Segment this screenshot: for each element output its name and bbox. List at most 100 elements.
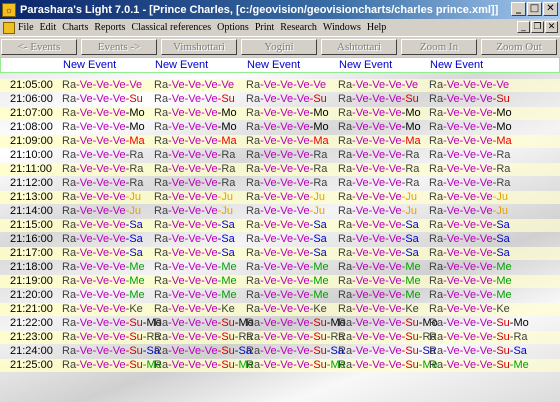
dasha-cell[interactable]: Ra-Ve-Ve-Ve-Me bbox=[338, 289, 421, 302]
dasha-cell[interactable]: Ra-Ve-Ve-Ve-Ra bbox=[154, 163, 235, 176]
dasha-cell[interactable]: Ra-Ve-Ve-Ve-Ke bbox=[246, 303, 327, 316]
dasha-cell[interactable]: Ra-Ve-Ve-Ve-Mo bbox=[246, 121, 329, 134]
dasha-cell[interactable]: Ra-Ve-Ve-Ve-Su-Me bbox=[429, 359, 529, 372]
table-row[interactable]: 21:07:00 Ra-Ve-Ve-Ve-Mo Ra-Ve-Ve-Ve-Mo Ra-V… bbox=[0, 107, 560, 120]
table-row[interactable]: 21:08:00 Ra-Ve-Ve-Ve-Mo Ra-Ve-Ve-Ve-Mo Ra-V… bbox=[0, 121, 560, 134]
menu-file[interactable]: File bbox=[18, 22, 34, 33]
dasha-cell[interactable]: Ra-Ve-Ve-Ve-Ju bbox=[62, 205, 141, 218]
dasha-cell[interactable]: Ra-Ve-Ve-Ve-Su-Ra bbox=[62, 331, 161, 344]
dasha-cell[interactable]: Ra-Ve-Ve-Ve-Me bbox=[246, 261, 329, 274]
dasha-cell[interactable]: Ra-Ve-Ve-Ve-Sa bbox=[246, 233, 327, 246]
mdi-minimize-icon[interactable]: _ bbox=[517, 21, 530, 33]
dasha-cell[interactable]: Ra-Ve-Ve-Ve-Ra bbox=[246, 163, 327, 176]
dasha-cell[interactable]: Ra-Ve-Ve-Ve-Ma bbox=[246, 135, 329, 148]
table-row[interactable]: 21:06:00 Ra-Ve-Ve-Ve-Su Ra-Ve-Ve-Ve-Su Ra-V… bbox=[0, 93, 560, 106]
next-events-button[interactable]: Events -> bbox=[81, 39, 157, 55]
dasha-cell[interactable]: Ra-Ve-Ve-Ve-Su-Me bbox=[338, 359, 438, 372]
column-header[interactable]: New Event bbox=[339, 58, 392, 73]
dasha-cell[interactable]: Ra-Ve-Ve-Ve-Me bbox=[429, 261, 512, 274]
column-header[interactable]: New Event bbox=[430, 58, 483, 73]
table-row[interactable]: 21:13:00 Ra-Ve-Ve-Ve-Ju Ra-Ve-Ve-Ve-Ju Ra-V… bbox=[0, 191, 560, 204]
dasha-cell[interactable]: Ra-Ve-Ve-Ve-Ra bbox=[62, 149, 143, 162]
dasha-cell[interactable]: Ra-Ve-Ve-Ve-Sa bbox=[62, 247, 143, 260]
table-row[interactable]: 21:16:00 Ra-Ve-Ve-Ve-Sa Ra-Ve-Ve-Ve-Sa Ra-V… bbox=[0, 233, 560, 246]
table-row[interactable]: 21:12:00 Ra-Ve-Ve-Ve-Ra Ra-Ve-Ve-Ve-Ra Ra-V… bbox=[0, 177, 560, 190]
vimshottari-button[interactable]: Vimshottari bbox=[161, 39, 237, 55]
dasha-cell[interactable]: Ra-Ve-Ve-Ve-Ma bbox=[154, 135, 237, 148]
ashtottari-button[interactable]: Ashtottari bbox=[321, 39, 397, 55]
menu-research[interactable]: Research bbox=[280, 22, 317, 33]
dasha-cell[interactable]: Ra-Ve-Ve-Ve-Sa bbox=[338, 247, 419, 260]
dasha-cell[interactable]: Ra-Ve-Ve-Ve-Mo bbox=[154, 107, 237, 120]
dasha-cell[interactable]: Ra-Ve-Ve-Ve-Sa bbox=[154, 219, 235, 232]
dasha-cell[interactable]: Ra-Ve-Ve-Ve-Me bbox=[338, 261, 421, 274]
dasha-cell[interactable]: Ra-Ve-Ve-Ve-Ju bbox=[429, 191, 508, 204]
dasha-cell[interactable]: Ra-Ve-Ve-Ve-Ra bbox=[62, 177, 143, 190]
dasha-cell[interactable]: Ra-Ve-Ve-Ve-Sa bbox=[338, 233, 419, 246]
dasha-cell[interactable]: Ra-Ve-Ve-Ve-Mo bbox=[338, 121, 421, 134]
dasha-cell[interactable]: Ra-Ve-Ve-Ve-Su-Mo bbox=[154, 317, 254, 330]
menu-windows[interactable]: Windows bbox=[323, 22, 361, 33]
dasha-cell[interactable]: Ra-Ve-Ve-Ve-Su-Me bbox=[62, 359, 162, 372]
dasha-cell[interactable]: Ra-Ve-Ve-Ve-Su-Sa bbox=[429, 345, 527, 358]
dasha-cell[interactable]: Ra-Ve-Ve-Ve-Sa bbox=[154, 247, 235, 260]
dasha-cell[interactable]: Ra-Ve-Ve-Ve-Ve bbox=[154, 79, 234, 92]
zoom-out-button[interactable]: Zoom Out bbox=[481, 39, 557, 55]
dasha-cell[interactable]: Ra-Ve-Ve-Ve-Ma bbox=[62, 135, 145, 148]
dasha-cell[interactable]: Ra-Ve-Ve-Ve-Ju bbox=[154, 191, 233, 204]
dasha-cell[interactable]: Ra-Ve-Ve-Ve-Ve bbox=[338, 79, 418, 92]
dasha-cell[interactable]: Ra-Ve-Ve-Ve-Su bbox=[246, 93, 327, 106]
dasha-cell[interactable]: Ra-Ve-Ve-Ve-Sa bbox=[154, 233, 235, 246]
table-row[interactable]: 21:19:00 Ra-Ve-Ve-Ve-Me Ra-Ve-Ve-Ve-Me Ra-V… bbox=[0, 275, 560, 288]
dasha-cell[interactable]: Ra-Ve-Ve-Ve-Ra bbox=[246, 149, 327, 162]
dasha-cell[interactable]: Ra-Ve-Ve-Ve-Su bbox=[338, 93, 419, 106]
dasha-cell[interactable]: Ra-Ve-Ve-Ve-Ju bbox=[338, 191, 417, 204]
dasha-cell[interactable]: Ra-Ve-Ve-Ve-Me bbox=[429, 275, 512, 288]
dasha-cell[interactable]: Ra-Ve-Ve-Ve-Mo bbox=[246, 107, 329, 120]
menu-help[interactable]: Help bbox=[367, 22, 386, 33]
dasha-cell[interactable]: Ra-Ve-Ve-Ve-Su bbox=[154, 93, 235, 106]
dasha-cell[interactable]: Ra-Ve-Ve-Ve-Ra bbox=[429, 177, 510, 190]
menu-print[interactable]: Print bbox=[255, 22, 274, 33]
yogini-button[interactable]: Yogini bbox=[241, 39, 317, 55]
menu-classical-references[interactable]: Classical references bbox=[131, 22, 211, 33]
dasha-cell[interactable]: Ra-Ve-Ve-Ve-Su-Me bbox=[154, 359, 254, 372]
table-row[interactable]: 21:11:00 Ra-Ve-Ve-Ve-Ra Ra-Ve-Ve-Ve-Ra Ra-V… bbox=[0, 163, 560, 176]
dasha-cell[interactable]: Ra-Ve-Ve-Ve-Mo bbox=[429, 107, 512, 120]
table-row[interactable]: 21:23:00 Ra-Ve-Ve-Ve-Su-Ra Ra-Ve-Ve-Ve-Su-… bbox=[0, 331, 560, 344]
dasha-cell[interactable]: Ra-Ve-Ve-Ve-Ra bbox=[338, 163, 419, 176]
dasha-cell[interactable]: Ra-Ve-Ve-Ve-Su bbox=[62, 93, 143, 106]
dasha-cell[interactable]: Ra-Ve-Ve-Ve-Su-Sa bbox=[338, 345, 436, 358]
dasha-cell[interactable]: Ra-Ve-Ve-Ve-Ju bbox=[154, 205, 233, 218]
close-icon[interactable]: ✕ bbox=[543, 2, 558, 16]
dasha-cell[interactable]: Ra-Ve-Ve-Ve-Me bbox=[62, 289, 145, 302]
dasha-cell[interactable]: Ra-Ve-Ve-Ve-Sa bbox=[246, 219, 327, 232]
column-header[interactable]: New Event bbox=[155, 58, 208, 73]
dasha-cell[interactable]: Ra-Ve-Ve-Ve-Su-Mo bbox=[338, 317, 438, 330]
dasha-cell[interactable]: Ra-Ve-Ve-Ve-Su-Ra bbox=[154, 331, 253, 344]
dasha-cell[interactable]: Ra-Ve-Ve-Ve-Ju bbox=[62, 191, 141, 204]
menu-edit[interactable]: Edit bbox=[40, 22, 57, 33]
dasha-cell[interactable]: Ra-Ve-Ve-Ve-Mo bbox=[62, 121, 145, 134]
dasha-cell[interactable]: Ra-Ve-Ve-Ve-Sa bbox=[62, 233, 143, 246]
dasha-cell[interactable]: Ra-Ve-Ve-Ve-Sa bbox=[429, 233, 510, 246]
table-row[interactable]: 21:22:00 Ra-Ve-Ve-Ve-Su-Mo Ra-Ve-Ve-Ve-Su-… bbox=[0, 317, 560, 330]
mdi-restore-icon[interactable]: ❐ bbox=[531, 21, 544, 33]
dasha-cell[interactable]: Ra-Ve-Ve-Ve-Su-Sa bbox=[62, 345, 160, 358]
column-header[interactable]: New Event bbox=[247, 58, 300, 73]
dasha-cell[interactable]: Ra-Ve-Ve-Ve-Me bbox=[246, 275, 329, 288]
menu-charts[interactable]: Charts bbox=[62, 22, 88, 33]
prev-events-button[interactable]: <- Events bbox=[1, 39, 77, 55]
dasha-cell[interactable]: Ra-Ve-Ve-Ve-Ma bbox=[338, 135, 421, 148]
menu-reports[interactable]: Reports bbox=[94, 22, 125, 33]
dasha-cell[interactable]: Ra-Ve-Ve-Ve-Sa bbox=[429, 219, 510, 232]
dasha-cell[interactable]: Ra-Ve-Ve-Ve-Su-Ra bbox=[429, 331, 528, 344]
dasha-cell[interactable]: Ra-Ve-Ve-Ve-Me bbox=[338, 275, 421, 288]
dasha-cell[interactable]: Ra-Ve-Ve-Ve-Me bbox=[154, 289, 237, 302]
dasha-cell[interactable]: Ra-Ve-Ve-Ve-Ra bbox=[246, 177, 327, 190]
dasha-cell[interactable]: Ra-Ve-Ve-Ve-Me bbox=[429, 289, 512, 302]
dasha-cell[interactable]: Ra-Ve-Ve-Ve-Ju bbox=[246, 205, 325, 218]
dasha-cell[interactable]: Ra-Ve-Ve-Ve-Ve bbox=[62, 79, 142, 92]
dasha-cell[interactable]: Ra-Ve-Ve-Ve-Sa bbox=[338, 219, 419, 232]
table-row[interactable]: 21:18:00 Ra-Ve-Ve-Ve-Me Ra-Ve-Ve-Ve-Me Ra-V… bbox=[0, 261, 560, 274]
